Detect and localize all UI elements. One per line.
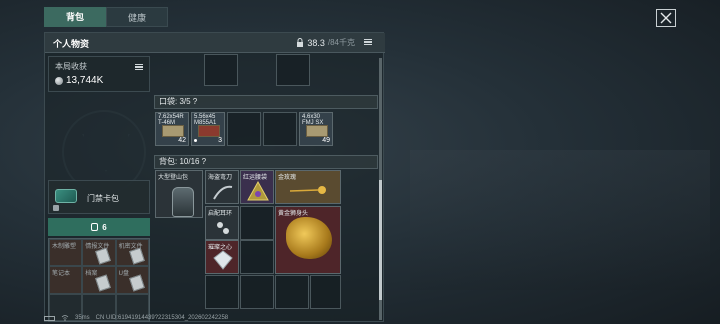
item-name: 海盗弯刀 <box>208 175 233 181</box>
backpack-item[interactable]: 红运腰袋 <box>240 170 274 204</box>
coin-icon <box>55 76 63 85</box>
backpack-empty-slot[interactable] <box>205 275 239 309</box>
backpack-item[interactable]: 大型登山包 <box>155 170 203 218</box>
pocket-empty-slot[interactable] <box>263 112 297 146</box>
backpack-item[interactable]: 海盗弯刀 <box>205 170 239 204</box>
weight-max: /84千克 <box>327 38 355 47</box>
ammo-item[interactable]: 4.6x30 FMJ SX 49 <box>299 112 333 146</box>
backpack-item[interactable]: 启配耳环 <box>205 206 239 240</box>
stash-item-label: U盘 <box>118 271 129 278</box>
income-amount: 13,744K <box>66 75 104 86</box>
ammo-item[interactable]: 5.56x45 M855A1 3 <box>191 112 225 146</box>
tab-backpack[interactable]: 背包 <box>44 7 106 27</box>
status-bar: 35ms CN UID:61941914439?22315304_2026022… <box>44 315 228 321</box>
stash-item[interactable]: 档案 <box>82 266 116 294</box>
safe-box-header[interactable]: 6 <box>48 218 150 236</box>
scrollbar-thumb[interactable] <box>379 180 382 300</box>
weight-current: 38.3 <box>307 37 325 48</box>
ammo-count: 42 <box>178 137 186 144</box>
battery-icon <box>44 315 55 321</box>
backpack-empty-slot[interactable] <box>310 275 341 309</box>
backpack-empty-slot[interactable] <box>240 206 274 240</box>
equipment-slot[interactable] <box>276 54 310 86</box>
close-icon <box>660 12 672 24</box>
wifi-icon <box>61 315 69 321</box>
stash-item[interactable]: U盘 <box>115 266 149 294</box>
backpack-empty-slot[interactable] <box>240 275 274 309</box>
safe-box-grid: 木制雕塑 情报文件 机密文件 笔记本 档案 U盘 <box>48 238 150 322</box>
stash-item-label: 档案 <box>85 271 98 278</box>
backpack-empty-slot[interactable] <box>275 275 309 309</box>
stash-item[interactable]: 机密文件 <box>115 239 149 267</box>
item-name: 大型登山包 <box>158 175 189 181</box>
ammo-count: 49 <box>322 137 330 144</box>
panel-header: 个人物资 38.3/84千克 <box>45 33 385 53</box>
item-name: 黄金狮身头 <box>278 211 309 217</box>
carry-weight: 38.3/84千克 <box>296 37 355 48</box>
round-income-box: 本局收获 13,744K <box>48 56 150 92</box>
ping: 35ms <box>75 315 90 321</box>
lock-icon <box>53 205 59 211</box>
stash-item-label: 笔记本 <box>52 271 71 278</box>
backpack-item[interactable]: 金玫瑰 <box>275 170 341 204</box>
income-label: 本局收获 <box>55 62 87 71</box>
backpack-item[interactable]: 璀璨之心 <box>205 240 239 274</box>
ammo-count: 3 <box>218 137 222 144</box>
stash-item[interactable]: 情报文件 <box>82 239 116 267</box>
panel-title: 个人物资 <box>53 39 90 49</box>
item-name: 启配耳环 <box>208 211 233 217</box>
close-button[interactable] <box>656 9 676 27</box>
tab-health[interactable]: 健康 <box>106 7 168 27</box>
equipment-slot[interactable] <box>204 54 238 86</box>
backpack-header: 背包: 10/16 ? <box>154 155 378 169</box>
backpack-icon <box>91 223 99 231</box>
pocket-empty-slot[interactable] <box>227 112 261 146</box>
list-icon[interactable] <box>135 64 143 71</box>
keycard-holder[interactable]: 门禁卡包 <box>48 180 150 214</box>
backpack-item[interactable]: 黄金狮身头 <box>275 206 341 274</box>
background-scenery <box>410 150 710 290</box>
stash-item-label: 木制雕塑 <box>52 244 77 250</box>
safe-box-count: 6 <box>102 222 107 232</box>
tab-bar: 背包 健康 <box>44 7 168 27</box>
list-icon[interactable] <box>364 39 372 46</box>
keycard-name: 门禁卡包 <box>87 194 119 203</box>
pocket-header: 口袋: 3/5 ? <box>154 95 378 109</box>
ammo-item[interactable]: 7.62x54R T-46M 42 <box>155 112 189 146</box>
income-value: 13,744K <box>55 75 103 86</box>
item-name: 红运腰袋 <box>243 175 268 181</box>
backpack-empty-slot[interactable] <box>240 240 274 274</box>
keycard-icon <box>55 189 77 203</box>
item-name: 金玫瑰 <box>278 175 297 181</box>
lock-icon <box>297 38 304 47</box>
uid: CN UID:61941914439?22315304_202602242258 <box>95 315 229 321</box>
stash-item[interactable]: 木制雕塑 <box>49 239 83 267</box>
stash-item[interactable]: 笔记本 <box>49 266 83 294</box>
